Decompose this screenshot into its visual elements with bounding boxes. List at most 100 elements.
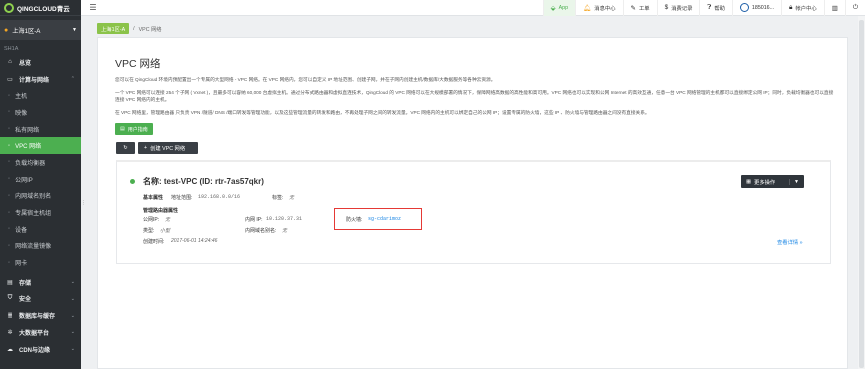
domain-alias-value: 无 [282, 228, 288, 234]
tickets-label: 工单 [638, 5, 650, 12]
sidebar-item-label: 专属宿主机组 [15, 211, 52, 218]
logo[interactable]: QINGCLOUD青云 [0, 0, 81, 16]
storage-icon: ▤ [7, 279, 13, 286]
sidebar-item-label: VPC 网络 [15, 144, 42, 151]
dollar-icon: $ [664, 4, 669, 11]
cloud-icon: ☁ [7, 346, 13, 353]
breadcrumb: 上海1区-A / VPC 网络 [97, 23, 162, 34]
sidebar-item-label: 网络流量镜像 [15, 244, 52, 251]
status-active-icon [130, 179, 135, 184]
account-label: 帐户中心 [795, 5, 817, 12]
vpc-title[interactable]: 名称: test-VPC (ID: rtr-7as57qkr) [143, 176, 264, 187]
sidebar-item-devices[interactable]: ◦ 设备 [0, 221, 81, 238]
sidebar-item-label: 内网域名别名 [15, 194, 52, 201]
bullet-icon: ◦ [8, 92, 11, 99]
sidebar-item-storage[interactable]: ▤ 存储 ⌄ [0, 274, 81, 291]
location-pin-icon: ● [4, 26, 9, 34]
tag-label: 标签: [272, 195, 284, 201]
private-ip-value: 10.120.37.31 [266, 216, 303, 222]
breadcrumb-region[interactable]: 上海1区-A [97, 23, 130, 34]
type-value: 小型 [160, 228, 171, 234]
sidebar-item-label: 计算与网络 [19, 77, 50, 84]
firewall-link[interactable]: sg-cdarimoz [368, 216, 401, 222]
sidebar-item-label: CDN与边缘 [19, 347, 50, 354]
description-paragraph-2: 一个 VPC 网络可以连接 254 个子网 ( Vxnet )，且最多可以容纳 … [115, 90, 834, 102]
sidebar-item-label: 数据库与缓存 [19, 314, 56, 321]
billing-label: 消费记录 [671, 5, 693, 12]
sidebar-item-compute-network[interactable]: ▭ 计算与网络 ⌃ [0, 71, 81, 88]
chevron-down-icon: ⌄ [70, 329, 75, 336]
qingcloud-logo-icon [4, 2, 14, 13]
refresh-button[interactable]: ↻ [116, 142, 135, 154]
bullet-icon: ◦ [8, 192, 11, 199]
bullet-icon: ◦ [8, 142, 11, 149]
sidebar-item-label: 总览 [19, 60, 32, 67]
basic-attributes-heading: 基本属性 [143, 195, 164, 201]
sidebar-item-load-balancers[interactable]: ◦ 负载均衡器 [0, 154, 81, 171]
sidebar-item-label: 主机 [15, 94, 28, 101]
scrollbar-thumb[interactable] [859, 20, 864, 368]
user-guide-button[interactable]: ▤ 用户指南 [115, 123, 153, 135]
home-icon: ⌂ [8, 59, 12, 66]
top-actions: ⬙ App 🔔︎ 消息中心 ✎ 工单 $ 消费记录 ❓︎ 帮助 185016.. [542, 0, 865, 16]
sidebar-item-label: 网卡 [15, 261, 28, 268]
columns-icon: ▥ [831, 4, 838, 12]
sidebar-item-label: 映像 [15, 110, 28, 117]
sidebar-item-traffic-mirror[interactable]: ◦ 网络流量镜像 [0, 238, 81, 255]
view-details-link[interactable]: 查看详情 » [777, 238, 803, 246]
app-button[interactable]: ⬙ App [542, 0, 576, 16]
user-menu[interactable]: 185016... [731, 0, 781, 16]
avatar [739, 3, 749, 12]
sidebar-item-dns-aliases[interactable]: ◦ 内网域名别名 [0, 188, 81, 205]
app-icon: ⬙ [550, 4, 556, 12]
monitor-icon: ▭ [7, 76, 13, 83]
sidebar-item-label: 负载均衡器 [15, 160, 46, 167]
power-icon: ⏻ [852, 3, 858, 11]
menu-toggle-icon[interactable]: ☰ [85, 3, 101, 12]
region-selector[interactable]: ● 上海1区-A ▼ [0, 20, 81, 40]
sidebar-item-label: 大数据平台 [19, 330, 50, 337]
sidebar-item-label: 存储 [19, 280, 32, 287]
account-button[interactable]: 🔒︎ 帐户中心 [781, 0, 824, 16]
create-vpc-button[interactable]: + 创建 VPC 网络 [138, 142, 198, 154]
help-button[interactable]: ❓︎ 帮助 [699, 0, 732, 16]
zone-label: SH1A [4, 46, 19, 52]
sidebar-item-cdn[interactable]: ☁ CDN与边缘 ⌄ [0, 341, 81, 358]
domain-alias-label: 内网域名别名: [245, 228, 277, 234]
sidebar-item-vxnets[interactable]: ◦ 私有网络 [0, 121, 81, 138]
sidebar-item-overview[interactable]: ⌂ 总览 [0, 54, 81, 71]
database-icon: ≣ [7, 313, 13, 320]
public-ip-value: 无 [165, 217, 171, 223]
notifications-button[interactable]: 🔔︎ 消息中心 [575, 0, 622, 16]
sidebar-item-nics[interactable]: ◦ 网卡 [0, 254, 81, 271]
sidebar-item-vpc[interactable]: ◦ VPC 网络 [0, 137, 81, 155]
tickets-button[interactable]: ✎ 工单 [622, 0, 657, 16]
user-guide-label: 用户指南 [127, 126, 148, 133]
sidebar-item-eips[interactable]: ◦ 公网IP [0, 171, 81, 188]
public-ip-label: 公网IP: [143, 217, 160, 223]
sidebar-item-dedicated-hosts[interactable]: ◦ 专属宿主机组 [0, 204, 81, 221]
sidebar-item-database[interactable]: ≣ 数据库与缓存 ⌄ [0, 307, 81, 324]
sidebar-item-label: 公网IP [15, 177, 33, 184]
sidebar-item-images[interactable]: ◦ 映像 [0, 104, 81, 121]
app-label: App [558, 4, 569, 11]
bell-icon: 🔔︎ [583, 4, 592, 12]
chevron-down-icon: ⌄ [70, 312, 75, 319]
description-paragraph-1: 您可以在 QingCloud 环境内预配置出一个专属的大型网络 - VPC 网络… [115, 77, 496, 82]
layout-button[interactable]: ▥ [823, 0, 845, 16]
sidebar-item-security[interactable]: ⛉ 安全 ⌄ [0, 291, 81, 308]
notifications-label: 消息中心 [594, 5, 616, 12]
collapse-handle-icon[interactable]: ⋮ [81, 200, 86, 206]
billing-button[interactable]: $ 消费记录 [656, 0, 700, 16]
bullet-icon: ◦ [8, 259, 11, 266]
sidebar-item-bigdata[interactable]: ✲ 大数据平台 ⌄ [0, 324, 81, 341]
bullet-icon: ◦ [8, 226, 11, 233]
power-button[interactable]: ⏻ [844, 0, 865, 16]
private-ip-label: 内网 IP: [245, 217, 263, 223]
chevron-down-icon: ⌄ [70, 346, 75, 353]
more-actions-button[interactable]: ▦ 更多操作 ▼ [741, 175, 804, 188]
wrench-icon: ✎ [630, 4, 636, 12]
sidebar-item-instances[interactable]: ◦ 主机 [0, 87, 81, 104]
bigdata-icon: ✲ [7, 329, 13, 336]
type-label: 类型: [143, 228, 155, 234]
